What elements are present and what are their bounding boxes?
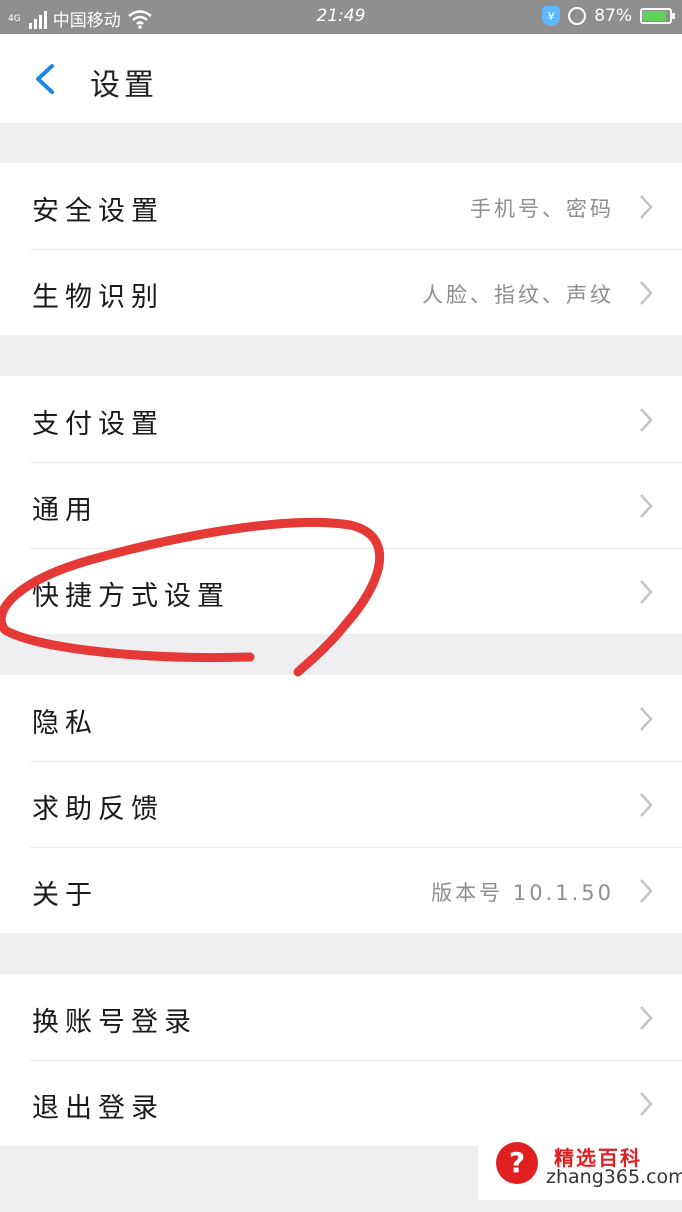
- chevron-right-icon: [640, 281, 653, 305]
- settings-row-security[interactable]: 安全设置 手机号、密码: [0, 163, 682, 249]
- settings-group-account: 换账号登录 退出登录: [0, 974, 682, 1146]
- settings-row-payment[interactable]: 支付设置: [0, 376, 682, 462]
- rotation-lock-icon: [568, 7, 587, 25]
- chevron-right-icon: [640, 707, 653, 731]
- battery-icon: [640, 8, 675, 24]
- row-label: 关于: [32, 880, 98, 911]
- shield-yuan-icon: ¥: [542, 6, 561, 26]
- settings-row-shortcuts[interactable]: 快捷方式设置: [0, 548, 682, 634]
- chevron-right-icon: [640, 1006, 653, 1030]
- chevron-right-icon: [640, 408, 653, 432]
- chevron-right-icon: [640, 494, 653, 518]
- watermark-url: zhang365.com: [546, 1166, 682, 1188]
- navigation-bar: 设置: [0, 34, 682, 123]
- chevron-right-icon: [640, 793, 653, 817]
- row-value: 版本号 10.1.50: [431, 881, 614, 905]
- row-label: 隐私: [32, 708, 98, 739]
- settings-row-about[interactable]: 关于 版本号 10.1.50: [0, 847, 682, 933]
- row-value: 手机号、密码: [470, 197, 614, 221]
- row-label: 快捷方式设置: [32, 581, 230, 612]
- row-label: 支付设置: [32, 409, 164, 440]
- chevron-right-icon: [640, 580, 653, 604]
- chevron-right-icon: [640, 879, 653, 903]
- row-label: 安全设置: [32, 196, 164, 227]
- settings-row-biometrics[interactable]: 生物识别 人脸、指纹、声纹: [0, 249, 682, 335]
- watermark: ? 精选百科 zhang365.com: [478, 1132, 682, 1200]
- row-label: 退出登录: [32, 1093, 164, 1124]
- settings-row-general[interactable]: 通用: [0, 462, 682, 548]
- row-label: 换账号登录: [32, 1007, 197, 1038]
- question-mark-icon: ?: [496, 1142, 538, 1184]
- settings-group-general: 支付设置 通用 快捷方式设置: [0, 376, 682, 634]
- page-title: 设置: [90, 68, 158, 103]
- settings-row-switch-account[interactable]: 换账号登录: [0, 974, 682, 1060]
- chevron-right-icon: [640, 195, 653, 219]
- settings-row-feedback[interactable]: 求助反馈: [0, 761, 682, 847]
- row-label: 通用: [32, 495, 98, 526]
- chevron-right-icon: [640, 1092, 653, 1116]
- settings-group-account-security: 安全设置 手机号、密码 生物识别 人脸、指纹、声纹: [0, 163, 682, 335]
- battery-percent: 87%: [594, 6, 632, 26]
- settings-row-privacy[interactable]: 隐私: [0, 675, 682, 761]
- row-value: 人脸、指纹、声纹: [422, 283, 614, 307]
- row-label: 求助反馈: [32, 794, 164, 825]
- row-label: 生物识别: [32, 282, 164, 313]
- battery-fill: [643, 11, 666, 21]
- back-button chevron-left-icon[interactable]: [28, 60, 64, 98]
- settings-group-privacy-about: 隐私 求助反馈 关于 版本号 10.1.50: [0, 675, 682, 933]
- status-right: ¥ 87%: [542, 6, 675, 26]
- status-bar: 4G 中国移动 21:49 ¥ 87%: [0, 0, 682, 34]
